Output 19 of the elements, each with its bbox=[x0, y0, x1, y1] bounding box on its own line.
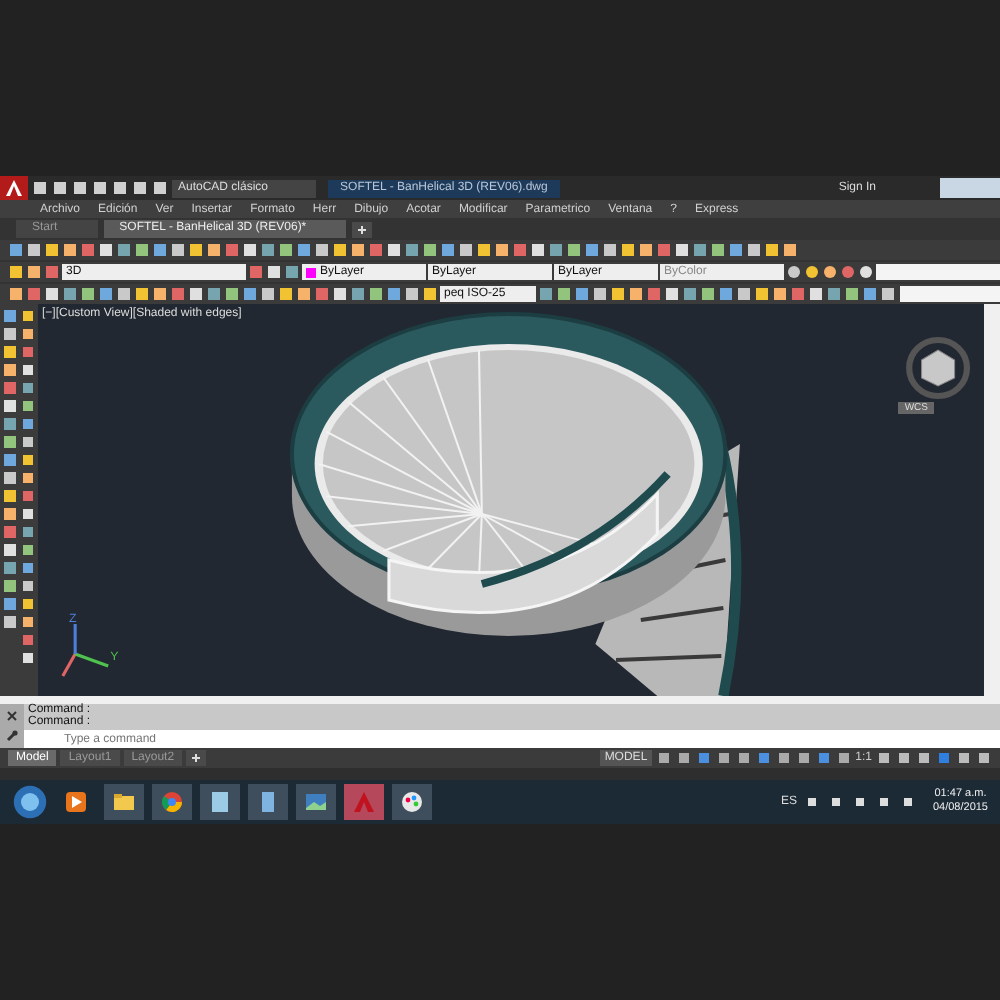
viewcube-icon[interactable] bbox=[906, 336, 970, 400]
wrench-icon[interactable] bbox=[4, 728, 20, 744]
browser-icon[interactable] bbox=[160, 790, 184, 814]
scrollbar[interactable] bbox=[984, 304, 1000, 696]
paint-icon[interactable] bbox=[400, 790, 424, 814]
close-icon[interactable] bbox=[4, 708, 20, 724]
app-logo-icon[interactable] bbox=[0, 176, 28, 200]
folder-icon[interactable] bbox=[112, 790, 136, 814]
scrollbar[interactable] bbox=[0, 696, 1000, 704]
notepad-icon[interactable] bbox=[208, 790, 232, 814]
input-field[interactable] bbox=[900, 286, 1000, 302]
plus-icon[interactable] bbox=[352, 222, 373, 238]
image-icon[interactable] bbox=[304, 790, 328, 814]
document-icon[interactable] bbox=[256, 790, 280, 814]
start-button[interactable] bbox=[12, 784, 48, 820]
input-field[interactable] bbox=[876, 264, 1000, 280]
ucs-icon bbox=[61, 624, 109, 677]
play-icon[interactable] bbox=[64, 790, 88, 814]
plus-icon[interactable] bbox=[186, 750, 207, 766]
